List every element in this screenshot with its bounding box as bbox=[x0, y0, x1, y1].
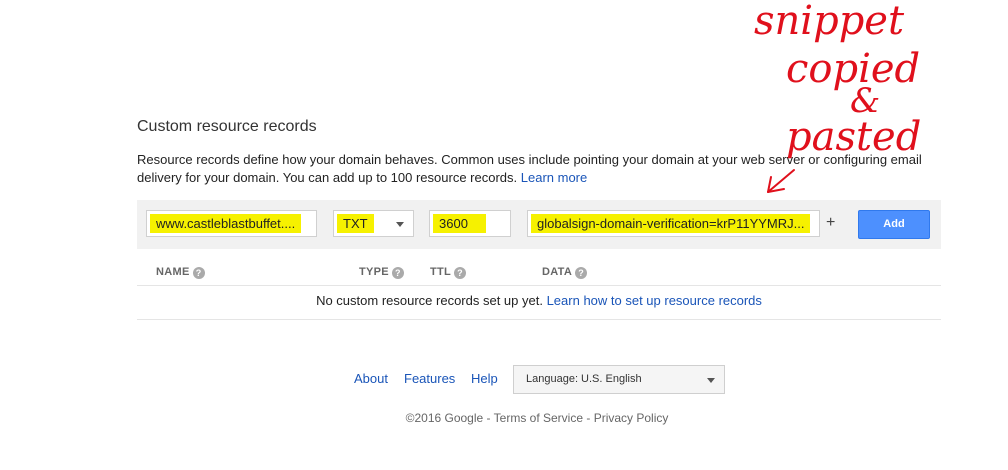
annotation-line: snippet bbox=[754, 0, 905, 44]
add-more-icon[interactable]: + bbox=[826, 214, 835, 232]
record-data-value: globalsign-domain-verification=krP11YYMR… bbox=[531, 214, 811, 233]
chevron-down-icon bbox=[396, 222, 404, 227]
add-record-form: www.castleblastbuffet.... TXT 3600 globa… bbox=[137, 200, 941, 249]
column-header-label: TYPE bbox=[359, 266, 389, 278]
learn-more-link[interactable]: Learn more bbox=[521, 170, 587, 185]
column-header-ttl: TTL? bbox=[430, 266, 467, 279]
column-header-name: NAME? bbox=[156, 266, 205, 279]
help-icon[interactable]: ? bbox=[391, 267, 404, 279]
arrow-icon bbox=[767, 169, 795, 193]
add-button[interactable]: Add bbox=[858, 210, 930, 239]
annotation-line: pasted bbox=[786, 114, 921, 160]
help-icon[interactable]: ? bbox=[192, 267, 205, 279]
footer-link-help[interactable]: Help bbox=[471, 371, 498, 386]
column-header-type: TYPE? bbox=[359, 266, 404, 279]
ttl-input[interactable]: 3600 bbox=[429, 210, 511, 237]
language-value: Language: U.S. English bbox=[526, 373, 642, 385]
footer-link-features[interactable]: Features bbox=[404, 371, 455, 386]
empty-state-message: No custom resource records set up yet. L… bbox=[137, 293, 941, 308]
footer-link-about[interactable]: About bbox=[354, 371, 388, 386]
footer-copyright: ©2016 Google - Terms of Service - Privac… bbox=[0, 411, 1008, 425]
handwritten-annotation: snippet copied & pasted bbox=[754, 0, 921, 193]
record-name-input[interactable]: www.castleblastbuffet.... bbox=[146, 210, 317, 237]
record-type-value: TXT bbox=[337, 214, 374, 233]
record-type-select[interactable]: TXT bbox=[333, 210, 414, 237]
empty-state-text: No custom resource records set up yet. bbox=[316, 293, 543, 308]
terms-link[interactable]: Terms of Service bbox=[494, 411, 583, 425]
setup-records-link[interactable]: Learn how to set up resource records bbox=[547, 293, 762, 308]
column-header-label: DATA bbox=[542, 266, 573, 278]
record-data-input[interactable]: globalsign-domain-verification=krP11YYMR… bbox=[527, 210, 820, 237]
privacy-link[interactable]: Privacy Policy bbox=[594, 411, 669, 425]
copyright-text: ©2016 Google bbox=[405, 411, 484, 425]
footer-separator: - bbox=[483, 411, 494, 425]
language-select[interactable]: Language: U.S. English bbox=[513, 365, 725, 394]
footer-separator: - bbox=[583, 411, 594, 425]
record-name-value: www.castleblastbuffet.... bbox=[150, 214, 302, 233]
column-header-label: TTL bbox=[430, 266, 452, 278]
ttl-value: 3600 bbox=[433, 214, 486, 233]
section-title: Custom resource records bbox=[137, 118, 317, 135]
table-bottom-divider bbox=[137, 319, 941, 320]
table-divider bbox=[137, 285, 941, 286]
help-icon[interactable]: ? bbox=[454, 267, 467, 279]
chevron-down-icon bbox=[707, 378, 715, 383]
column-header-data: DATA? bbox=[542, 266, 588, 279]
column-header-label: NAME bbox=[156, 266, 190, 278]
help-icon[interactable]: ? bbox=[575, 267, 588, 279]
